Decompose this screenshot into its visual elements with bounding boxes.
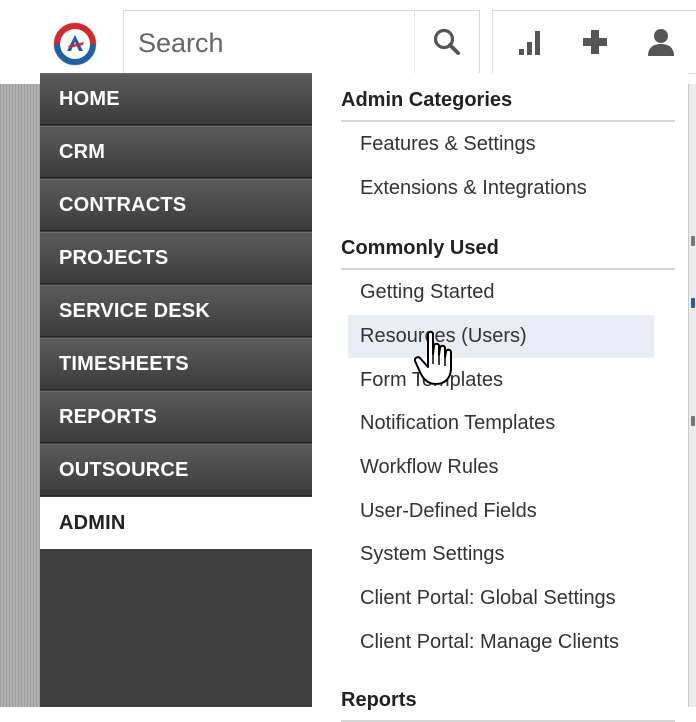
nav-item-contracts[interactable]: CONTRACTS <box>40 179 312 231</box>
background-mark <box>691 416 695 426</box>
menu-link-features-settings[interactable]: Features & Settings <box>348 123 654 166</box>
menu-link-notification-templates[interactable]: Notification Templates <box>348 402 654 445</box>
search-input[interactable] <box>136 25 410 61</box>
nav-item-timesheets[interactable]: TIMESHEETS <box>40 338 312 390</box>
hand-cursor-icon <box>414 330 452 385</box>
plus-icon <box>583 30 607 54</box>
admin-dropdown-panel: Admin Categories Features & Settings Ext… <box>312 73 688 722</box>
nav-item-service-desk[interactable]: SERVICE DESK <box>40 285 312 337</box>
quick-add-button[interactable] <box>565 11 625 73</box>
nav-item-admin[interactable]: ADMIN <box>40 497 312 549</box>
nav-item-projects[interactable]: PROJECTS <box>40 232 312 284</box>
menu-link-workflow-rules[interactable]: Workflow Rules <box>348 446 654 489</box>
nav-item-crm[interactable]: CRM <box>40 126 312 178</box>
autotask-logo-icon <box>53 22 97 66</box>
user-menu-button[interactable] <box>631 11 691 73</box>
search-icon <box>433 28 460 55</box>
menu-link-getting-started[interactable]: Getting Started <box>348 271 654 314</box>
nav-item-outsource[interactable]: OUTSOURCE <box>40 444 312 496</box>
background-mark <box>691 298 695 308</box>
top-bar <box>0 0 696 84</box>
search-button[interactable] <box>415 11 479 73</box>
menu-link-form-templates[interactable]: Form Templates <box>348 359 654 402</box>
dashboard-button[interactable] <box>501 11 561 73</box>
home-logo-button[interactable] <box>41 13 109 75</box>
toolbar <box>492 10 696 74</box>
background-mark <box>691 236 695 246</box>
main-nav: HOME CRM CONTRACTS PROJECTS SERVICE DESK… <box>40 73 312 707</box>
nav-item-reports[interactable]: REPORTS <box>40 391 312 443</box>
section-heading-admin-categories: Admin Categories <box>341 89 675 122</box>
menu-link-client-portal-global[interactable]: Client Portal: Global Settings <box>348 577 654 620</box>
user-icon <box>648 29 674 56</box>
nav-item-home[interactable]: HOME <box>40 73 312 125</box>
menu-link-user-defined-fields[interactable]: User-Defined Fields <box>348 490 654 533</box>
section-heading-reports: Reports <box>341 689 675 722</box>
menu-link-resources-users[interactable]: Resources (Users) <box>348 315 654 358</box>
page-background <box>0 84 40 707</box>
section-heading-commonly-used: Commonly Used <box>341 237 675 270</box>
page-background-right <box>688 84 696 707</box>
menu-link-system-settings[interactable]: System Settings <box>348 533 654 576</box>
bar-chart-icon <box>519 31 540 55</box>
search-box <box>123 10 480 74</box>
menu-link-client-portal-manage[interactable]: Client Portal: Manage Clients <box>348 621 654 664</box>
menu-link-extensions-integrations[interactable]: Extensions & Integrations <box>348 167 654 210</box>
